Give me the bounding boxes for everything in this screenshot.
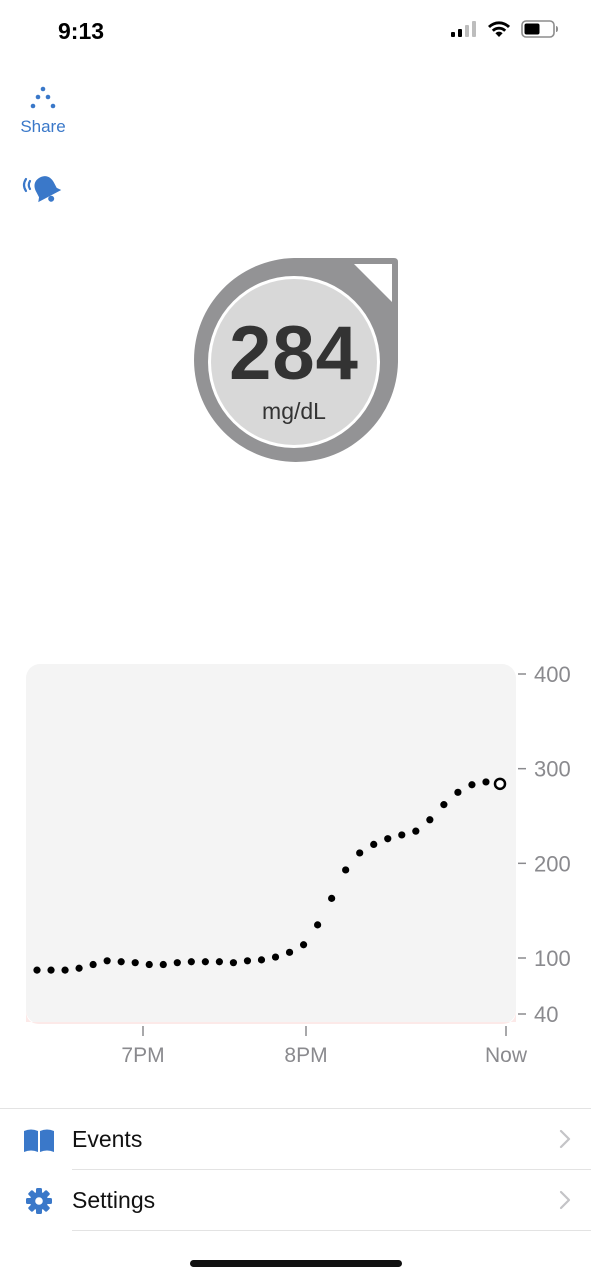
glucose-point xyxy=(314,921,322,929)
y-tick-label: 100 xyxy=(534,946,571,971)
share-button[interactable]: Share xyxy=(16,86,70,137)
battery-icon xyxy=(521,20,558,38)
y-tick-label: 40 xyxy=(534,1002,558,1027)
x-tick-label: Now xyxy=(485,1044,528,1067)
glucose-point xyxy=(131,959,139,967)
glucose-point xyxy=(271,953,280,961)
glucose-point xyxy=(229,959,238,967)
gear-icon xyxy=(26,1188,52,1214)
x-tick-label: 7PM xyxy=(121,1044,164,1067)
glucose-point xyxy=(187,958,195,966)
menu-item-label: Events xyxy=(72,1125,143,1152)
menu-item-label: Settings xyxy=(72,1186,156,1213)
menu-item-settings[interactable]: Settings xyxy=(26,1170,591,1231)
glucose-point xyxy=(215,958,223,966)
status-icons xyxy=(451,20,559,38)
chevron-right-icon xyxy=(559,1129,571,1149)
book-icon xyxy=(24,1129,54,1152)
alert-button[interactable] xyxy=(20,172,64,211)
menu-list: Events Settings xyxy=(0,1108,591,1231)
share-label: Share xyxy=(20,117,66,136)
glucose-point xyxy=(328,894,336,902)
glucose-point xyxy=(454,788,462,796)
glucose-point xyxy=(384,835,392,843)
alert-bell-icon xyxy=(22,176,62,203)
glucose-point xyxy=(398,831,406,839)
glucose-badge[interactable]: 284 mg/dL xyxy=(192,258,400,464)
glucose-chart-svg: 40 100 200 300 400 7PM 8PM Now xyxy=(26,662,571,1067)
glucose-point xyxy=(159,960,167,969)
chevron-right-icon xyxy=(559,1190,571,1210)
share-dots-icon xyxy=(30,86,56,109)
glucose-point xyxy=(356,849,364,857)
y-tick-label: 300 xyxy=(534,757,571,782)
glucose-point xyxy=(33,966,41,974)
glucose-point xyxy=(482,778,490,786)
y-tick-label: 200 xyxy=(534,851,571,876)
current-reading-point xyxy=(493,777,507,791)
glucose-point xyxy=(299,941,308,949)
glucose-point xyxy=(440,801,448,809)
glucose-value: 284 xyxy=(229,311,359,396)
glucose-point xyxy=(412,827,420,835)
status-time: 9:13 xyxy=(58,18,105,44)
glucose-point xyxy=(342,866,350,874)
glucose-point xyxy=(201,958,209,966)
glucose-point xyxy=(243,957,252,965)
chart-background xyxy=(26,664,516,1024)
glucose-point xyxy=(468,781,476,789)
glucose-point xyxy=(370,840,378,848)
glucose-point xyxy=(47,966,55,974)
glucose-point xyxy=(285,948,294,956)
glucose-point xyxy=(426,816,434,824)
home-indicator xyxy=(190,1260,402,1267)
glucose-chart[interactable]: 40 100 200 300 400 7PM 8PM Now xyxy=(0,650,591,1080)
glucose-point xyxy=(75,964,83,972)
cellular-signal-icon xyxy=(451,21,476,37)
glucose-unit: mg/dL xyxy=(262,398,326,424)
glucose-point xyxy=(117,958,125,966)
menu-item-events[interactable]: Events xyxy=(24,1109,591,1170)
glucose-point xyxy=(173,959,181,967)
x-tick-label: 8PM xyxy=(284,1044,327,1067)
glucose-point xyxy=(103,957,111,965)
glucose-point xyxy=(145,960,153,969)
glucose-point xyxy=(89,960,97,969)
y-tick-label: 400 xyxy=(534,662,571,687)
glucose-point xyxy=(257,956,266,964)
glucose-point xyxy=(61,966,69,974)
wifi-icon xyxy=(488,21,510,37)
